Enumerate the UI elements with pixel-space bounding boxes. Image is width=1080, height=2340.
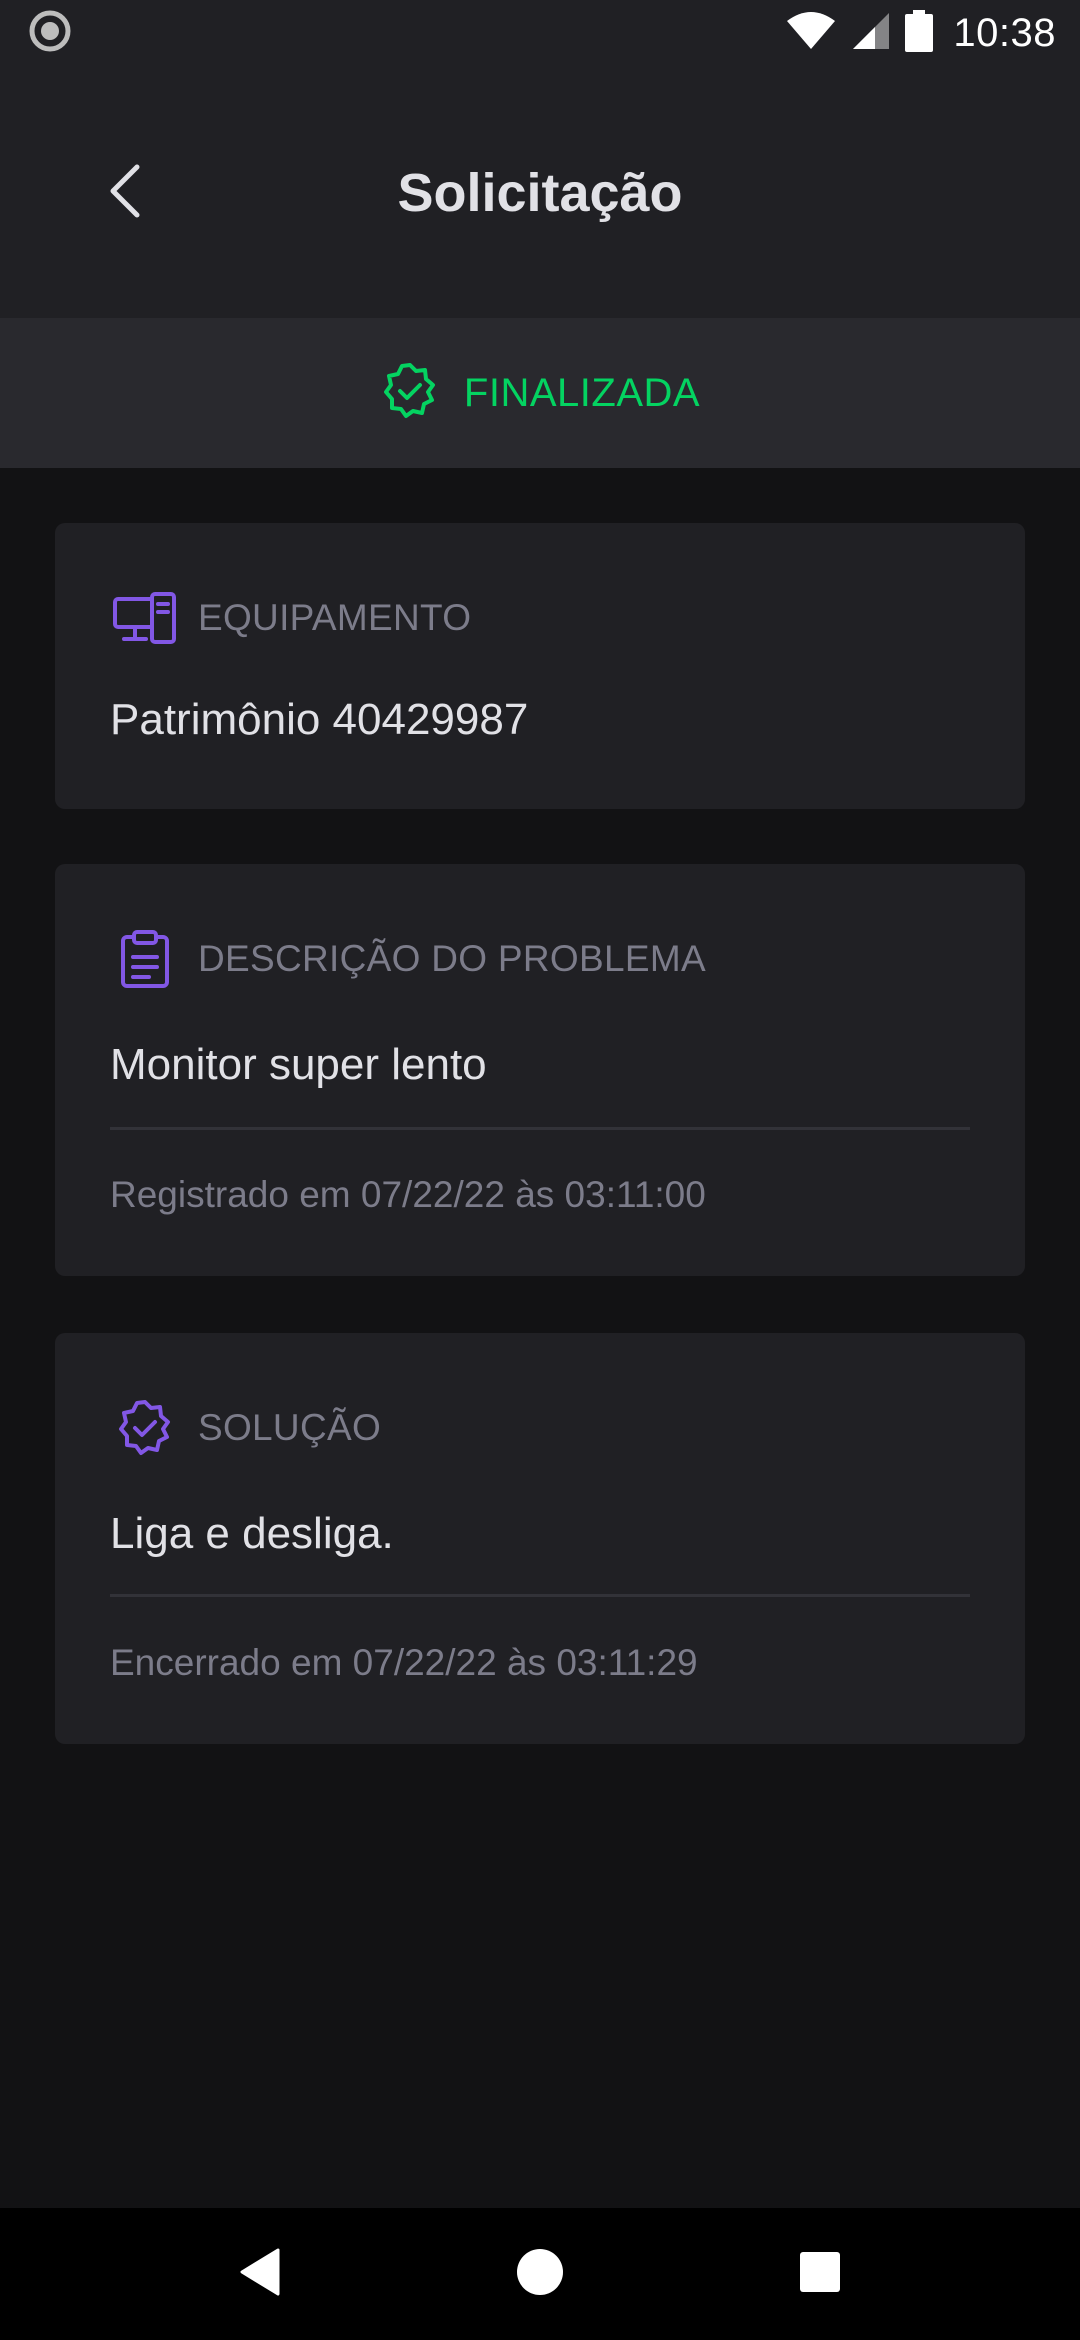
badge-check-icon <box>110 1393 180 1463</box>
battery-icon <box>905 9 934 57</box>
solution-card: SOLUÇÃO Liga e desliga. Encerrado em 07/… <box>55 1333 1025 1744</box>
equipment-card: EQUIPAMENTO Patrimônio 40429987 <box>55 523 1025 809</box>
solution-value: Liga e desliga. <box>110 1509 394 1558</box>
nav-home-button[interactable] <box>490 2224 590 2324</box>
cell-signal-icon <box>851 11 891 56</box>
solution-card-header: SOLUÇÃO <box>110 1393 381 1463</box>
notification-dot-icon <box>28 9 72 58</box>
nav-recents-button[interactable] <box>770 2224 870 2324</box>
back-triangle-icon <box>238 2247 282 2302</box>
solution-timestamp: Encerrado em 07/22/22 às 03:11:29 <box>110 1642 698 1683</box>
app-header: Solicitação <box>0 66 1080 318</box>
equipment-card-title: EQUIPAMENTO <box>198 597 472 638</box>
home-circle-icon <box>515 2247 565 2302</box>
clipboard-icon <box>110 924 180 994</box>
page-title: Solicitação <box>397 163 683 223</box>
solution-card-title: SOLUÇÃO <box>198 1407 382 1448</box>
problem-card-header: DESCRIÇÃO DO PROBLEMA <box>110 924 706 994</box>
recents-square-icon <box>798 2250 842 2299</box>
nav-back-button[interactable] <box>210 2224 310 2324</box>
wifi-icon <box>785 11 837 56</box>
system-nav-bar <box>0 2208 1080 2340</box>
status-bar: 10:38 <box>0 0 1080 66</box>
problem-card-title: DESCRIÇÃO DO PROBLEMA <box>198 938 706 979</box>
solution-divider <box>110 1594 970 1597</box>
problem-divider <box>110 1127 970 1130</box>
equipment-card-header: EQUIPAMENTO <box>110 583 471 653</box>
problem-card: DESCRIÇÃO DO PROBLEMA Monitor super lent… <box>55 864 1025 1276</box>
status-banner: FINALIZADA <box>0 318 1080 468</box>
problem-value: Monitor super lento <box>110 1040 487 1089</box>
status-time: 10:38 <box>953 10 1056 55</box>
equipment-value: Patrimônio 40429987 <box>110 695 529 744</box>
badge-check-icon <box>380 361 440 426</box>
desktop-devices-icon <box>110 583 180 653</box>
problem-timestamp: Registrado em 07/22/22 às 03:11:00 <box>110 1174 706 1215</box>
status-label: FINALIZADA <box>463 370 701 415</box>
